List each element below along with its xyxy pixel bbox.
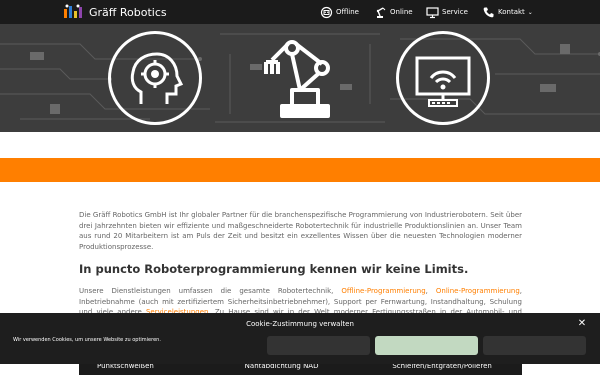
brand-name: Gräff Robotics bbox=[89, 5, 167, 19]
services-text-2: , bbox=[425, 287, 436, 295]
cookie-banner: Cookie-Zustimmung verwalten ✕ Wir verwen… bbox=[0, 313, 600, 364]
phone-icon bbox=[483, 7, 494, 17]
monitor-wifi-icon bbox=[415, 56, 471, 107]
preferences-button[interactable] bbox=[483, 336, 586, 355]
deny-button[interactable] bbox=[267, 336, 370, 355]
nav-item-service[interactable]: Service bbox=[426, 4, 468, 20]
services-text-1: Unsere Dienstleistungen umfassen die ges… bbox=[79, 287, 342, 295]
nav-item-online-label: Online bbox=[390, 8, 413, 16]
brand-logo-icon bbox=[64, 4, 82, 18]
monitor-icon bbox=[426, 6, 439, 18]
online-programming-link[interactable]: Online-Programmierung bbox=[436, 287, 520, 295]
top-navigation: Gräff Robotics Offline Online Service Ko… bbox=[0, 0, 600, 24]
service-circle[interactable] bbox=[396, 31, 490, 125]
accept-button[interactable] bbox=[375, 336, 478, 355]
cookie-title: Cookie-Zustimmung verwalten bbox=[246, 320, 354, 328]
brand[interactable]: Gräff Robotics bbox=[63, 3, 167, 21]
offline-programming-link[interactable]: Offline-Programmierung bbox=[341, 287, 425, 295]
nav-item-kontakt-label: Kontakt bbox=[498, 8, 525, 16]
hero-banner bbox=[0, 24, 600, 132]
intro-paragraph: Die Gräff Robotics GmbH ist Ihr globaler… bbox=[79, 211, 522, 251]
nav-item-online[interactable]: Online bbox=[374, 4, 413, 20]
cookie-text: Wir verwenden Cookies, um unsere Website… bbox=[13, 337, 161, 343]
nav-item-kontakt[interactable]: Kontakt ⌄ bbox=[482, 4, 533, 20]
close-icon[interactable]: ✕ bbox=[576, 318, 588, 330]
chevron-down-icon: ⌄ bbox=[527, 8, 533, 16]
nav-item-offline[interactable]: Offline bbox=[320, 4, 359, 20]
section-heading: In puncto Roboterprogrammierung kennen w… bbox=[79, 262, 469, 276]
robot-arm-icon bbox=[376, 6, 386, 18]
accent-bar bbox=[0, 158, 600, 182]
robot-arm-illustration bbox=[264, 40, 330, 118]
main-content: Die Gräff Robotics GmbH ist Ihr globaler… bbox=[79, 210, 522, 276]
robot-head-icon bbox=[320, 6, 333, 18]
nav-item-service-label: Service bbox=[442, 8, 468, 16]
nav-item-offline-label: Offline bbox=[336, 8, 359, 16]
